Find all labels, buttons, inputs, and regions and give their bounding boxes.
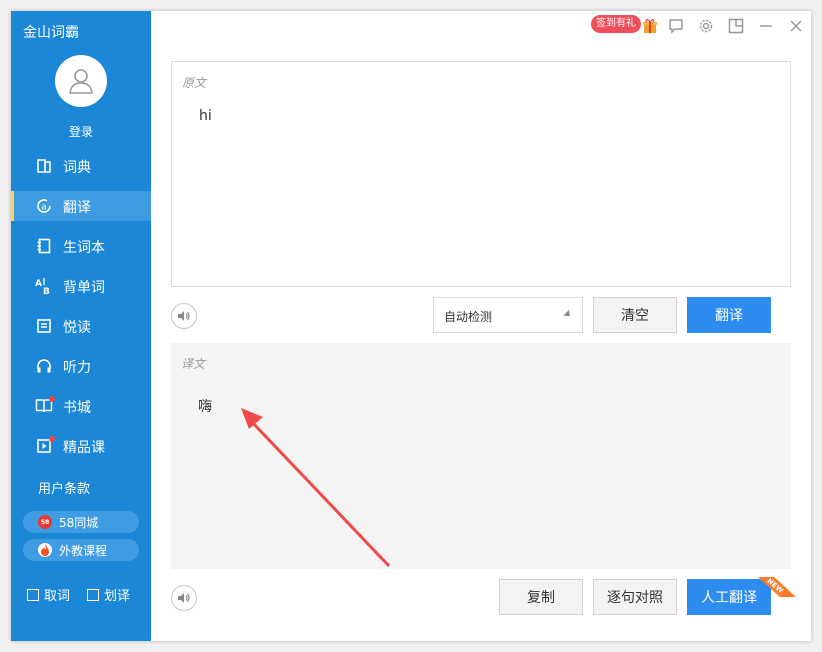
clear-button[interactable]: 清空 — [593, 297, 677, 333]
app-window: 金山词霸 登录 词典 a 翻译 生词本 A B 背单词 悦读 听力 书城 精品课… — [11, 11, 811, 641]
notification-dot — [49, 436, 55, 442]
close-icon[interactable] — [786, 16, 806, 36]
source-label: 原文 — [182, 76, 207, 90]
target-label: 译文 — [181, 357, 206, 371]
sidebar-item-label: 翻译 — [63, 200, 91, 216]
svg-text:a: a — [41, 203, 47, 213]
language-select-value: 自动检测 — [444, 310, 493, 324]
reading-icon — [35, 317, 53, 335]
source-text-area[interactable]: 原文 hi — [171, 61, 791, 287]
svg-text:B: B — [43, 287, 50, 295]
target-text-area[interactable]: 译文 嗨 — [171, 343, 791, 569]
svg-text:A: A — [35, 279, 42, 289]
target-text[interactable]: 嗨 — [198, 396, 212, 416]
speaker-icon — [178, 593, 190, 603]
promo-58-button[interactable]: 58 58同城 — [23, 511, 139, 533]
mini-mode-icon[interactable] — [726, 16, 746, 36]
gift-icon[interactable] — [640, 16, 660, 36]
copy-button[interactable]: 复制 — [499, 579, 583, 615]
sentence-compare-button[interactable]: 逐句对照 — [593, 579, 677, 615]
target-speaker-button[interactable] — [171, 585, 197, 611]
sidebar: 金山词霸 登录 词典 a 翻译 生词本 A B 背单词 悦读 听力 书城 精品课… — [11, 11, 151, 641]
minimize-icon[interactable] — [756, 16, 776, 36]
source-text[interactable]: hi — [199, 108, 212, 124]
translate-button[interactable]: 翻译 — [687, 297, 771, 333]
capture-word-checkbox[interactable]: 取词 — [27, 585, 70, 604]
notification-dot — [49, 396, 55, 402]
sidebar-item-wordbook[interactable]: 生词本 — [11, 231, 151, 261]
source-speaker-button[interactable] — [171, 303, 197, 329]
feedback-icon[interactable] — [666, 16, 686, 36]
signin-reward-badge[interactable]: 签到有礼 — [591, 15, 641, 33]
sidebar-item-label: 背单词 — [63, 280, 105, 296]
user-icon — [69, 69, 93, 94]
sidebar-item-dictionary[interactable]: 词典 — [11, 151, 151, 181]
sidebar-item-courses[interactable]: 精品课 — [11, 431, 151, 461]
headphones-icon — [35, 357, 53, 375]
avatar[interactable] — [55, 55, 107, 107]
flame-icon — [38, 543, 52, 557]
sidebar-item-label: 精品课 — [63, 440, 105, 456]
dropdown-arrow-icon — [563, 309, 573, 320]
new-badge: NEW — [756, 577, 796, 597]
sidebar-item-reading[interactable]: 悦读 — [11, 311, 151, 341]
sidebar-item-label: 生词本 — [63, 240, 105, 256]
sidebar-item-listening[interactable]: 听力 — [11, 351, 151, 381]
language-select[interactable]: 自动检测 — [433, 297, 583, 333]
speaker-icon — [178, 311, 190, 321]
sidebar-item-label: 词典 — [63, 160, 91, 176]
translate-icon: a — [35, 197, 53, 215]
sidebar-item-label: 书城 — [63, 400, 91, 416]
promo-course-button[interactable]: 外教课程 — [23, 539, 139, 561]
login-link[interactable]: 登录 — [11, 123, 151, 140]
wordbook-icon — [35, 237, 53, 255]
promo-label: 外教课程 — [59, 543, 108, 558]
sidebar-item-bookstore[interactable]: 书城 — [11, 391, 151, 421]
checkbox-box[interactable] — [87, 588, 99, 601]
checkbox-label: 划译 — [104, 589, 131, 604]
sidebar-item-label: 悦读 — [63, 320, 91, 336]
select-translate-checkbox[interactable]: 划译 — [87, 585, 130, 604]
58-icon: 58 — [38, 515, 52, 529]
sidebar-item-translate[interactable]: a 翻译 — [11, 191, 151, 221]
checkbox-label: 取词 — [44, 589, 71, 604]
memorize-words-icon: AB — [35, 277, 53, 295]
promo-label: 58同城 — [59, 515, 99, 530]
settings-gear-icon[interactable] — [696, 16, 716, 36]
app-title: 金山词霸 — [23, 25, 79, 41]
checkbox-box[interactable] — [27, 588, 39, 601]
dictionary-icon — [35, 157, 53, 175]
terms-link[interactable]: 用户条款 — [38, 478, 90, 497]
sidebar-item-memorize[interactable]: AB 背单词 — [11, 271, 151, 301]
sidebar-item-label: 听力 — [63, 360, 91, 376]
